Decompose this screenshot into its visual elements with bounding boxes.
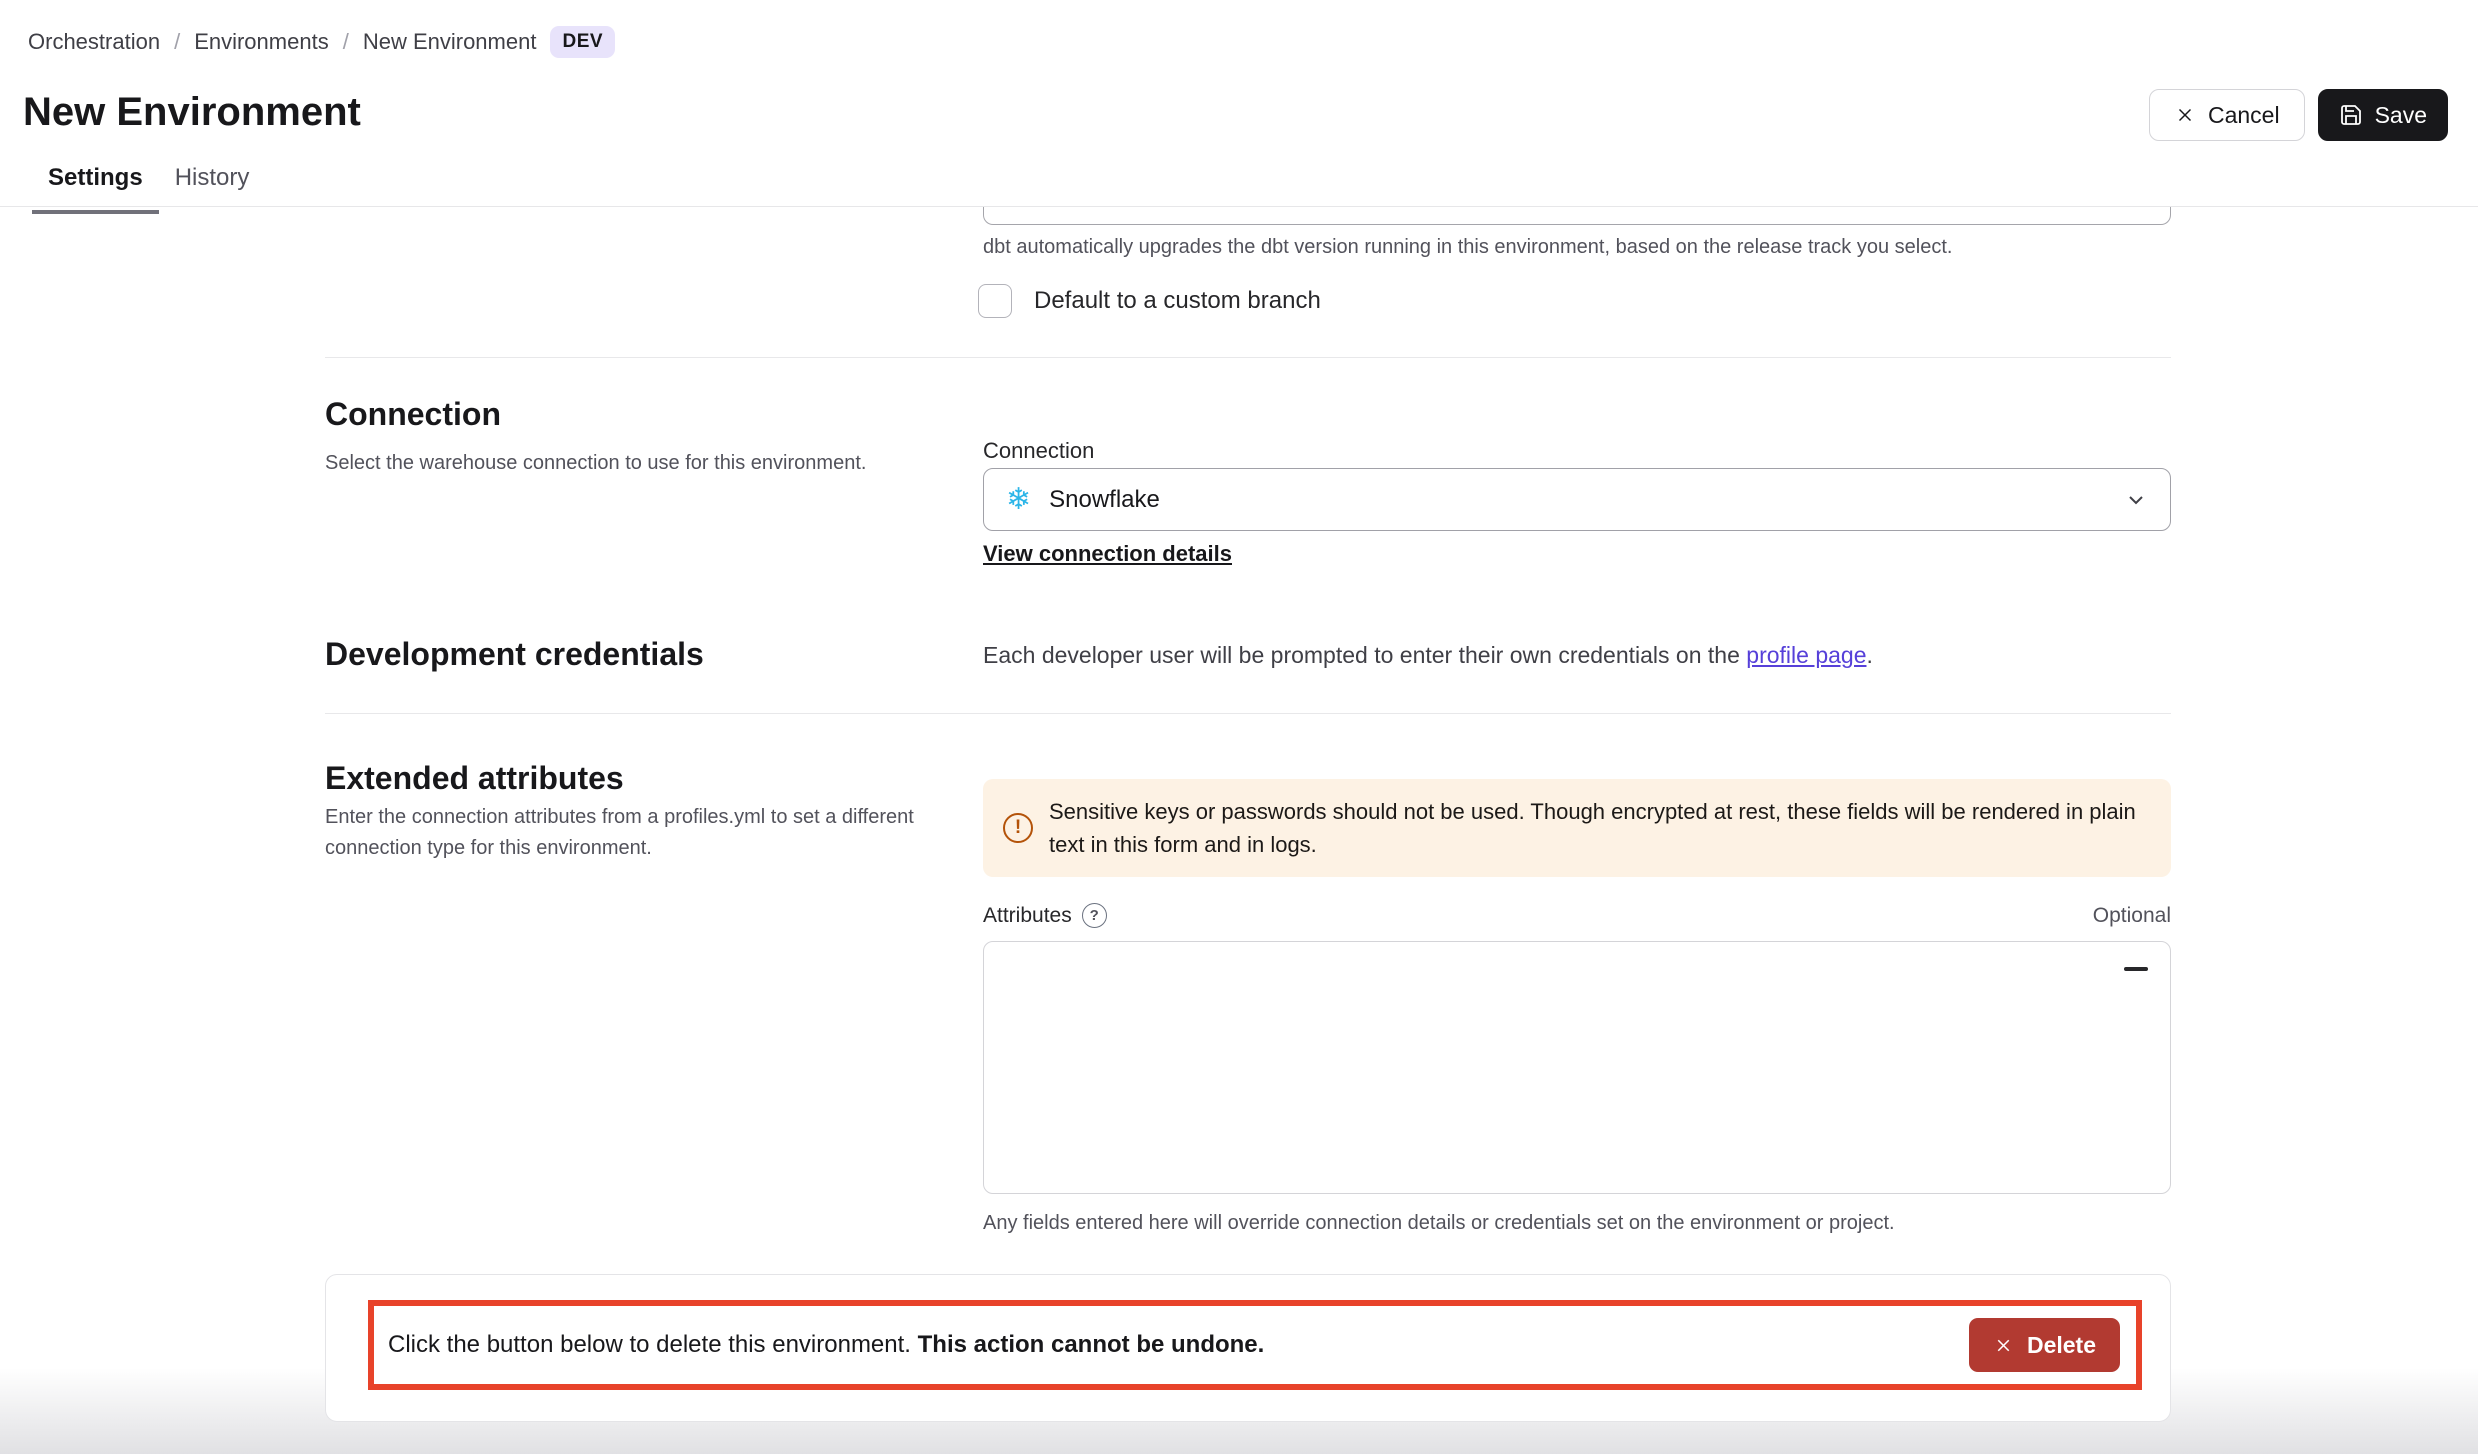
release-track-input-partial[interactable] <box>983 207 2171 225</box>
delete-button-label: Delete <box>2027 1332 2096 1359</box>
breadcrumb-environments[interactable]: Environments <box>194 29 329 55</box>
delete-button[interactable]: Delete <box>1969 1318 2120 1372</box>
cancel-button[interactable]: Cancel <box>2149 89 2305 141</box>
save-button-label: Save <box>2375 102 2427 129</box>
attributes-label-text: Attributes <box>983 904 1072 928</box>
close-icon <box>2174 104 2196 126</box>
optional-label: Optional <box>2093 904 2171 928</box>
section-divider <box>325 357 2171 358</box>
attributes-editor-helper: Any fields entered here will override co… <box>983 1212 1895 1235</box>
help-icon[interactable]: ? <box>1082 903 1107 928</box>
breadcrumb-separator: / <box>174 29 180 55</box>
view-connection-details-link[interactable]: View connection details <box>983 541 1232 567</box>
new-environment-page: Orchestration / Environments / New Envir… <box>0 0 2478 1454</box>
header-actions: Cancel Save <box>2149 89 2448 141</box>
profile-page-link[interactable]: profile page <box>1746 642 1866 668</box>
attributes-label: Attributes ? <box>983 903 1107 928</box>
breadcrumb-orchestration[interactable]: Orchestration <box>28 29 160 55</box>
connection-description: Select the warehouse connection to use f… <box>325 448 866 479</box>
custom-branch-row[interactable]: Default to a custom branch <box>978 284 1321 318</box>
breadcrumb-new-environment[interactable]: New Environment <box>363 29 537 55</box>
chevron-down-icon <box>2124 488 2148 512</box>
custom-branch-label: Default to a custom branch <box>1034 284 1321 318</box>
connection-field-label: Connection <box>983 438 1094 464</box>
cancel-button-label: Cancel <box>2208 102 2280 129</box>
minus-icon <box>2124 967 2148 971</box>
devcred-text-before: Each developer user will be prompted to … <box>983 642 1746 668</box>
release-track-helper: dbt automatically upgrades the dbt versi… <box>983 236 1952 259</box>
extended-attributes-heading: Extended attributes <box>325 760 624 797</box>
connection-select[interactable]: ❄ Snowflake <box>983 468 2171 531</box>
save-icon <box>2339 103 2363 127</box>
development-credentials-heading: Development credentials <box>325 636 704 673</box>
custom-branch-checkbox[interactable] <box>978 284 1012 318</box>
sensitive-keys-warning-banner: ! Sensitive keys or passwords should not… <box>983 779 2171 877</box>
snowflake-icon: ❄ <box>1006 485 1031 515</box>
warning-text: Sensitive keys or passwords should not b… <box>1049 795 2145 861</box>
development-credentials-text: Each developer user will be prompted to … <box>983 642 1873 669</box>
collapse-editor-button[interactable] <box>2122 958 2150 980</box>
section-divider <box>325 713 2171 714</box>
breadcrumb-separator: / <box>343 29 349 55</box>
delete-warning-normal: Click the button below to delete this en… <box>388 1331 918 1358</box>
save-button[interactable]: Save <box>2318 89 2448 141</box>
extended-attributes-description: Enter the connection attributes from a p… <box>325 802 945 864</box>
attributes-editor[interactable] <box>983 941 2171 1194</box>
env-type-badge: DEV <box>550 26 615 58</box>
delete-warning-bold: This action cannot be undone. <box>918 1331 1265 1358</box>
breadcrumb: Orchestration / Environments / New Envir… <box>28 26 615 58</box>
close-icon <box>1993 1335 2014 1356</box>
delete-warning-text: Click the button below to delete this en… <box>388 1331 1264 1359</box>
connection-selected-value: Snowflake <box>1049 486 1160 514</box>
attributes-label-row: Attributes ? Optional <box>983 903 2171 928</box>
delete-section-highlight: Click the button below to delete this en… <box>368 1300 2142 1390</box>
devcred-text-after: . <box>1866 642 1872 668</box>
connection-heading: Connection <box>325 396 501 433</box>
alert-circle-icon: ! <box>1003 813 1033 843</box>
page-title: New Environment <box>23 90 361 135</box>
attributes-editor-textarea[interactable] <box>998 952 2110 1183</box>
